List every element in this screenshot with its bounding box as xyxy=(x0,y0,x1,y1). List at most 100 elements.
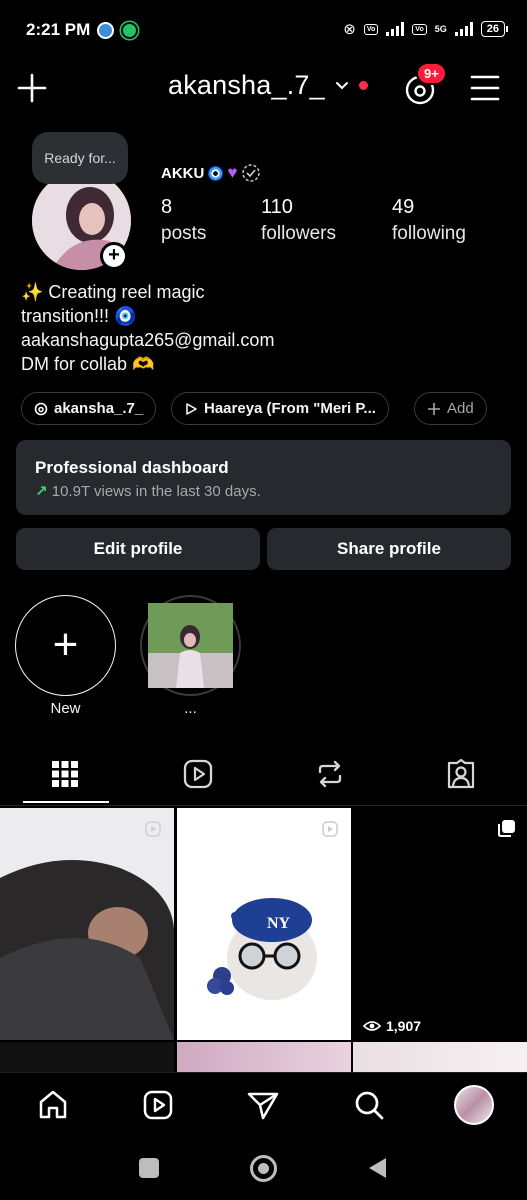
battery-indicator: 26 xyxy=(480,21,509,37)
post-thumbnail xyxy=(0,808,174,1040)
post-tile-partial[interactable] xyxy=(353,1042,527,1072)
signal-icon xyxy=(386,22,405,36)
bio-email[interactable]: aakanshagupta265@gmail.com xyxy=(21,328,274,352)
view-count: 1,907 xyxy=(363,1018,421,1034)
post-tile[interactable] xyxy=(0,808,174,1040)
stat-posts[interactable]: 8 posts xyxy=(161,196,231,248)
tab-tagged[interactable] xyxy=(444,757,478,791)
threads-badge: 9+ xyxy=(416,62,447,85)
dashboard-subtitle-text: 10.9T views in the last 30 days. xyxy=(51,483,261,500)
nav-messages[interactable] xyxy=(246,1088,280,1122)
highlight-label: ... xyxy=(184,700,197,717)
volte-icon-2: Vo xyxy=(412,23,427,35)
network-type: 5G xyxy=(434,24,447,34)
search-icon xyxy=(355,1091,384,1120)
purple-heart-icon: ♥ xyxy=(227,163,238,182)
reposts-icon xyxy=(318,760,342,788)
pill-label: akansha_.7_ xyxy=(54,400,144,417)
post-tile-partial[interactable] xyxy=(0,1042,174,1072)
home-button-dot xyxy=(258,1163,269,1174)
dashboard-subtitle: ↗ 10.9T views in the last 30 days. xyxy=(35,482,261,500)
chevron-down-icon xyxy=(335,81,348,89)
pill-label: Add xyxy=(447,400,474,417)
dashboard-title: Professional dashboard xyxy=(35,458,229,477)
nav-profile-avatar[interactable] xyxy=(454,1085,494,1125)
share-profile-button[interactable]: Share profile xyxy=(267,528,511,570)
verified-check-icon xyxy=(242,164,261,182)
plus-icon: + xyxy=(52,620,79,669)
trending-up-icon: ↗ xyxy=(35,483,48,500)
username: akansha_.7_ xyxy=(168,70,325,100)
nav-reels[interactable] xyxy=(141,1088,175,1122)
post-tile[interactable]: 1,907 xyxy=(353,808,527,1040)
stat-value: 49 xyxy=(392,196,415,218)
pill-label: Haareya (From "Meri P... xyxy=(204,400,376,417)
highlight-photo xyxy=(148,603,233,688)
music-link-pill[interactable]: Haareya (From "Meri P... xyxy=(171,392,389,425)
plus-icon xyxy=(428,402,440,415)
stat-value: 110 xyxy=(261,196,293,218)
back-button[interactable] xyxy=(366,1156,388,1180)
status-time: 2:21 PM xyxy=(26,20,91,39)
nazar-emoji-icon xyxy=(208,165,224,181)
new-highlight-button[interactable]: + xyxy=(15,595,116,696)
stat-label: posts xyxy=(161,223,207,244)
link-icon: ⊗ xyxy=(343,21,356,38)
nav-home[interactable] xyxy=(36,1088,70,1122)
tab-grid[interactable] xyxy=(48,757,82,791)
send-icon xyxy=(247,1092,279,1120)
eye-icon xyxy=(363,1021,381,1031)
threads-link-pill[interactable]: akansha_.7_ xyxy=(21,392,157,425)
stat-followers[interactable]: 110 followers xyxy=(261,196,361,248)
menu-icon xyxy=(470,75,500,101)
active-tab-indicator xyxy=(23,801,109,803)
add-link-pill[interactable]: Add xyxy=(414,392,487,425)
bio-line: transition!!! 🧿 xyxy=(21,306,137,326)
carousel-indicator-icon xyxy=(498,820,515,837)
home-button[interactable] xyxy=(250,1155,277,1182)
add-story-button[interactable]: + xyxy=(100,242,128,270)
threads-icon xyxy=(34,402,48,415)
svg-text:NY: NY xyxy=(267,915,291,932)
tagged-icon xyxy=(447,758,475,789)
stat-value: 8 xyxy=(161,196,173,218)
reels-icon xyxy=(143,1090,173,1120)
note-bubble[interactable]: Ready for... xyxy=(32,132,128,184)
plus-icon xyxy=(17,73,47,103)
account-switcher[interactable]: akansha_.7_ xyxy=(168,70,368,101)
stat-label: following xyxy=(392,223,466,244)
new-activity-dot xyxy=(358,81,368,90)
create-button[interactable] xyxy=(16,72,48,104)
reel-indicator-icon xyxy=(145,821,161,837)
recents-button[interactable] xyxy=(139,1158,159,1178)
play-icon xyxy=(186,402,197,415)
post-thumbnail: NY xyxy=(177,808,351,1040)
view-count-value: 1,907 xyxy=(386,1018,422,1034)
grid-icon xyxy=(52,761,78,787)
status-indicators: ⊗ Vo Vo 5G 26 xyxy=(343,20,509,38)
display-name-row: AKKU ♥ xyxy=(161,163,261,183)
menu-button[interactable] xyxy=(470,73,500,103)
app-status-icon xyxy=(121,22,138,39)
highlight-cover[interactable] xyxy=(148,603,233,688)
volte-icon: Vo xyxy=(363,23,379,35)
bio-line: ✨ Creating reel magic xyxy=(21,282,205,302)
reel-indicator-icon xyxy=(322,821,338,837)
display-name: AKKU xyxy=(161,164,205,182)
post-tile-partial[interactable] xyxy=(177,1042,351,1072)
home-icon xyxy=(39,1090,67,1119)
status-bar: 2:21 PM ⊗ Vo Vo 5G 26 xyxy=(0,0,527,62)
post-tile[interactable]: NY xyxy=(177,808,351,1040)
edit-profile-button[interactable]: Edit profile xyxy=(16,528,260,570)
highlight-label: New xyxy=(50,700,81,717)
signal-icon-2 xyxy=(454,22,473,36)
nav-search[interactable] xyxy=(352,1088,386,1122)
professional-dashboard[interactable]: Professional dashboard ↗ 10.9T views in … xyxy=(16,440,511,515)
stat-following[interactable]: 49 following xyxy=(392,196,492,248)
tab-reels[interactable] xyxy=(181,757,215,791)
reels-icon xyxy=(183,759,213,789)
upload-status-icon xyxy=(97,22,114,39)
tab-reposts[interactable] xyxy=(313,757,347,791)
stat-label: followers xyxy=(261,223,336,244)
bio-line: DM for collab 🫶 xyxy=(21,354,155,374)
